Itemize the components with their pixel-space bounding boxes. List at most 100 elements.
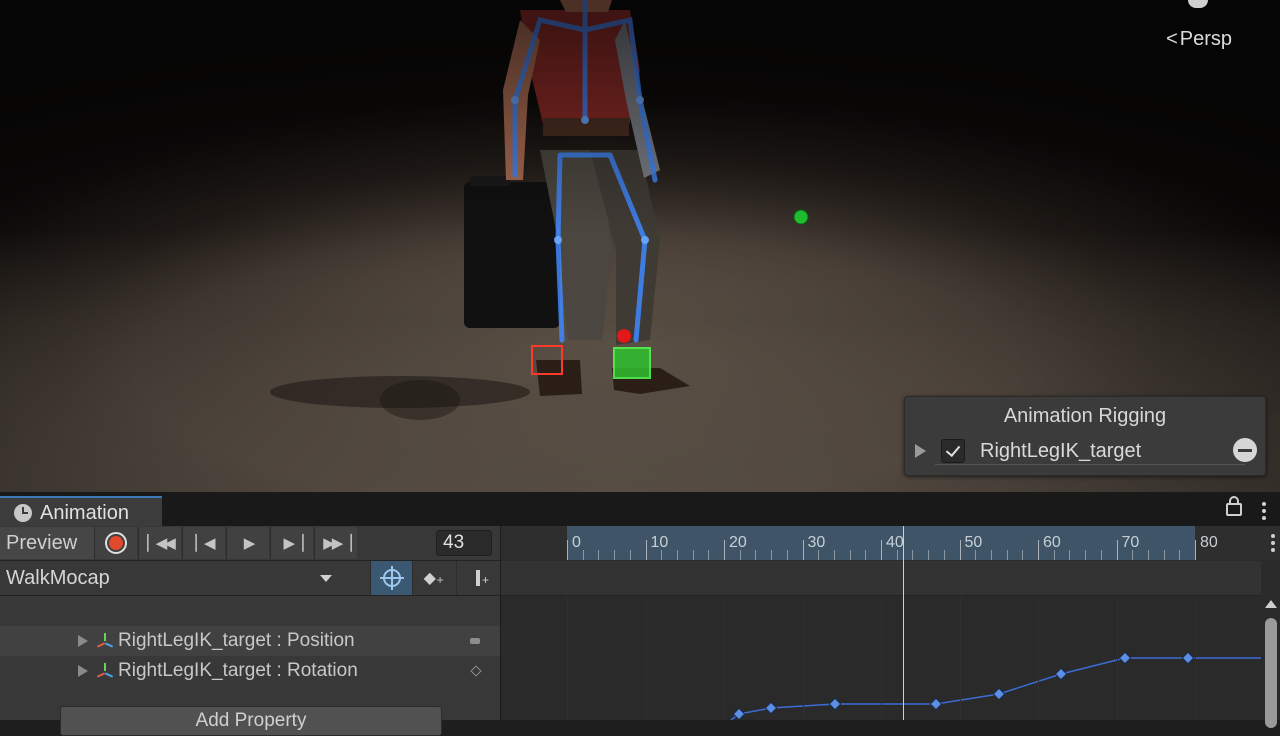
add-property-button[interactable]: Add Property <box>60 706 442 736</box>
ruler-minor-tick <box>598 550 600 560</box>
filter-selected-button[interactable] <box>370 561 413 595</box>
chevron-down-icon <box>320 575 332 582</box>
projection-toggle[interactable]: < Persp <box>1166 28 1232 51</box>
first-key-button[interactable]: ▏◀◀ <box>138 527 181 559</box>
ruler-label: 60 <box>1043 534 1061 551</box>
ruler-minor-tick <box>818 550 820 560</box>
curve-keyframe <box>1118 651 1132 665</box>
clip-name: WalkMocap <box>6 566 110 589</box>
ruler-minor-tick <box>1147 550 1149 560</box>
ruler-minor-tick <box>1022 550 1024 560</box>
record-button[interactable] <box>94 527 137 559</box>
expand-triangle-icon[interactable] <box>915 444 926 458</box>
checkbox-icon[interactable] <box>941 439 965 463</box>
playback-toolbar: Preview ▏◀◀ ▏◀ ▶ ▶▕ ▶▶▕ 43 <box>0 526 500 561</box>
prev-key-button[interactable]: ▏◀ <box>182 527 225 559</box>
ruler-tick <box>881 540 882 560</box>
curve-keyframe <box>732 707 746 720</box>
curve-keyframe <box>1181 651 1195 665</box>
scroll-up-icon[interactable] <box>1265 600 1277 608</box>
row-divider <box>935 464 1245 465</box>
grid-line <box>802 596 804 720</box>
ruler-minor-tick <box>865 550 867 560</box>
clip-toolbar: WalkMocap ◆₊ <box>0 561 500 596</box>
grid-line <box>1116 596 1118 720</box>
add-event-button[interactable] <box>456 561 499 595</box>
ruler-minor-tick <box>896 550 898 560</box>
ruler-tick <box>645 540 647 560</box>
next-key-button[interactable]: ▶▕ <box>270 527 313 559</box>
ruler-minor-tick <box>1179 550 1181 560</box>
ruler-minor-tick <box>739 550 741 560</box>
ruler-minor-tick <box>975 550 977 560</box>
property-row[interactable]: RightLegIK_target : Rotation <box>0 656 500 686</box>
clock-icon <box>14 504 32 522</box>
time-ruler[interactable]: 0 10 20 30 40 50 60 70 80 <box>501 526 1280 560</box>
last-key-button[interactable]: ▶▶▕ <box>314 527 357 559</box>
grid-line <box>959 596 961 720</box>
ruler-minor-tick <box>1100 550 1102 560</box>
grid-line <box>1038 596 1039 720</box>
ruler-minor-tick <box>708 550 710 560</box>
curve-keyframe <box>992 687 1006 701</box>
ruler-minor-tick <box>629 550 631 560</box>
scene-view[interactable]: < Persp Animation Rigging RightLegIK_tar… <box>0 0 1280 492</box>
ruler-minor-tick <box>849 550 851 560</box>
ruler-minor-tick <box>786 550 788 560</box>
tab-animation[interactable]: Animation <box>0 496 162 528</box>
ruler-tick <box>1038 540 1039 560</box>
tab-bar: Animation <box>0 492 1280 528</box>
filter-selected-icon <box>380 566 404 590</box>
clip-dropdown[interactable]: WalkMocap <box>0 561 342 595</box>
ruler-minor-tick <box>1132 550 1134 560</box>
property-row[interactable]: RightLegIK_target : Position <box>0 626 500 656</box>
grid-line <box>724 596 725 720</box>
scroll-thumb[interactable] <box>1265 618 1277 728</box>
keyframe-indicator-icon[interactable] <box>470 665 482 677</box>
ruler-tick <box>1195 540 1196 560</box>
property-label: RightLegIK_target : Rotation <box>118 660 358 681</box>
ruler-tick <box>724 540 725 560</box>
timeline-panel[interactable]: 0 10 20 30 40 50 60 70 80 <box>500 526 1280 728</box>
property-label: RightLegIK_target : Position <box>118 630 355 651</box>
play-button[interactable]: ▶ <box>226 527 269 559</box>
ruler-label: 10 <box>650 534 669 551</box>
kebab-icon[interactable] <box>1271 534 1275 552</box>
record-icon <box>105 532 127 554</box>
playhead[interactable] <box>903 526 904 720</box>
rig-target-row[interactable]: RightLegIK_target <box>905 435 1265 467</box>
add-keyframe-button[interactable]: ◆₊ <box>412 561 455 595</box>
play-icon: ▶ <box>243 535 255 552</box>
remove-icon[interactable] <box>1233 438 1257 462</box>
kebab-icon[interactable] <box>1262 502 1266 520</box>
ruler-tick <box>1116 540 1118 560</box>
vertical-scrollbar[interactable] <box>1261 596 1280 728</box>
ruler-minor-tick <box>582 550 584 560</box>
preview-button[interactable]: Preview <box>0 527 94 559</box>
grid-line <box>1195 596 1196 720</box>
ruler-tick <box>959 540 961 560</box>
dopesheet-summary-row[interactable] <box>501 561 1261 596</box>
ruler-label: 0 <box>572 534 581 551</box>
frame-input[interactable]: 43 <box>436 530 492 556</box>
keyframe-indicator-icon[interactable] <box>470 638 480 644</box>
lock-icon[interactable] <box>1226 496 1242 516</box>
tab-label: Animation <box>40 501 129 524</box>
expand-triangle-icon[interactable] <box>78 635 88 647</box>
animation-left-panel: Preview ▏◀◀ ▏◀ ▶ ▶▕ ▶▶▕ 43 WalkMocap ◆₊ … <box>0 526 500 736</box>
ruler-label: 30 <box>807 534 826 551</box>
ruler-minor-tick <box>1053 550 1055 560</box>
projection-label: Persp <box>1179 28 1232 50</box>
ruler-minor-tick <box>1069 550 1071 560</box>
curve-keyframe <box>764 701 778 715</box>
expand-triangle-icon[interactable] <box>78 665 88 677</box>
ruler-minor-tick <box>692 550 694 560</box>
add-event-icon <box>476 570 489 587</box>
rig-target-label: RightLegIK_target <box>980 439 1142 462</box>
ruler-minor-tick <box>661 550 663 560</box>
add-keyframe-icon: ◆₊ <box>423 570 445 587</box>
ruler-minor-tick <box>928 550 930 560</box>
ruler-minor-tick <box>755 550 757 560</box>
curve-editor[interactable] <box>501 596 1261 720</box>
ruler-minor-tick <box>676 550 678 560</box>
